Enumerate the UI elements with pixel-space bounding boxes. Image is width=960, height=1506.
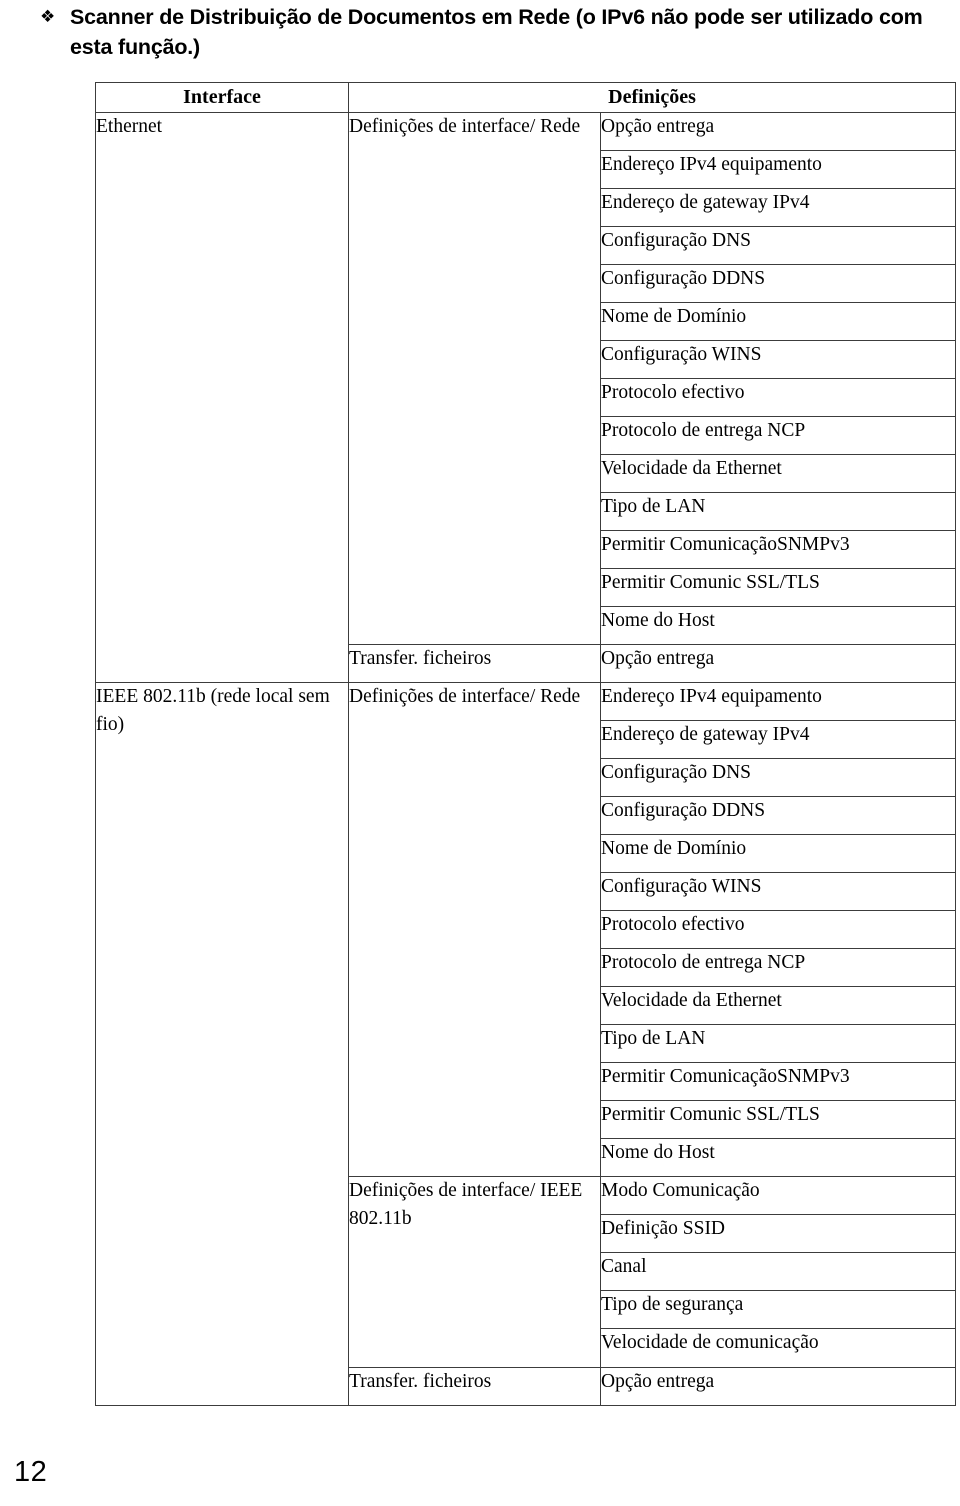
setting-item: Velocidade da Ethernet <box>599 454 957 493</box>
table-header-row: Interface Definições <box>95 82 957 113</box>
setting-item: Tipo de LAN <box>599 492 957 531</box>
setting-item: Opção entrega <box>599 644 957 683</box>
interface-name-ieee80211b: IEEE 802.11b (rede local sem fio) <box>95 682 349 1406</box>
table-head: Interface Definições <box>95 82 957 113</box>
setting-item: Permitir ComunicaçãoSNMPv3 <box>599 530 957 569</box>
setting-item: Configuração WINS <box>599 872 957 911</box>
table-body: Ethernet Definições de interface/ Rede O… <box>95 112 957 1406</box>
column-header-settings: Definições <box>347 82 957 113</box>
section-heading: ❖ Scanner de Distribuição de Documentos … <box>38 2 938 62</box>
setting-item: Canal <box>599 1252 957 1291</box>
section-heading-text: Scanner de Distribuição de Documentos em… <box>70 5 923 59</box>
setting-item: Protocolo efectivo <box>599 910 957 949</box>
setting-item: Opção entrega <box>599 112 957 151</box>
column-header-interface: Interface <box>95 82 349 113</box>
setting-item: Configuração DDNS <box>599 796 957 835</box>
group-label-ethernet-file-transfer: Transfer. ficheiros <box>348 644 601 683</box>
setting-item: Nome de Domínio <box>599 834 957 873</box>
setting-item: Configuração WINS <box>599 340 957 379</box>
setting-item: Endereço de gateway IPv4 <box>599 720 957 759</box>
group-label-wifi-ieee80211b: Definições de interface/ IEEE 802.11b <box>348 1176 601 1368</box>
setting-item: Permitir Comunic SSL/TLS <box>599 1100 957 1139</box>
setting-item: Nome do Host <box>599 606 957 645</box>
setting-item: Tipo de segurança <box>599 1290 957 1329</box>
setting-item: Definição SSID <box>599 1214 957 1253</box>
setting-item: Nome de Domínio <box>599 302 957 341</box>
setting-item: Opção entrega <box>599 1367 957 1406</box>
setting-item: Velocidade de comunicação <box>599 1328 957 1368</box>
interface-name-ethernet: Ethernet <box>95 112 349 683</box>
diamond-cluster-bullet-icon: ❖ <box>40 7 56 26</box>
setting-item: Endereço IPv4 equipamento <box>599 682 957 721</box>
setting-item: Tipo de LAN <box>599 1024 957 1063</box>
group-label-ethernet-network: Definições de interface/ Rede <box>348 112 601 645</box>
table-row: Ethernet Definições de interface/ Rede O… <box>95 112 957 683</box>
settings-table: Interface Definições Ethernet Definições… <box>95 82 957 1406</box>
setting-item: Endereço IPv4 equipamento <box>599 150 957 189</box>
setting-item: Protocolo efectivo <box>599 378 957 417</box>
setting-item: Protocolo de entrega NCP <box>599 948 957 987</box>
setting-item: Protocolo de entrega NCP <box>599 416 957 455</box>
setting-item: Permitir Comunic SSL/TLS <box>599 568 957 607</box>
group-label-wifi-file-transfer: Transfer. ficheiros <box>348 1367 601 1406</box>
setting-item: Configuração DNS <box>599 758 957 797</box>
setting-item: Configuração DNS <box>599 226 957 265</box>
table-row: IEEE 802.11b (rede local sem fio) Defini… <box>95 682 957 1406</box>
page-number: 12 <box>14 1456 48 1488</box>
setting-item: Nome do Host <box>599 1138 957 1177</box>
setting-item: Velocidade da Ethernet <box>599 986 957 1025</box>
group-label-wifi-network: Definições de interface/ Rede <box>348 682 601 1177</box>
setting-item: Endereço de gateway IPv4 <box>599 188 957 227</box>
setting-item: Permitir ComunicaçãoSNMPv3 <box>599 1062 957 1101</box>
setting-item: Configuração DDNS <box>599 264 957 303</box>
setting-item: Modo Comunicação <box>599 1176 957 1215</box>
